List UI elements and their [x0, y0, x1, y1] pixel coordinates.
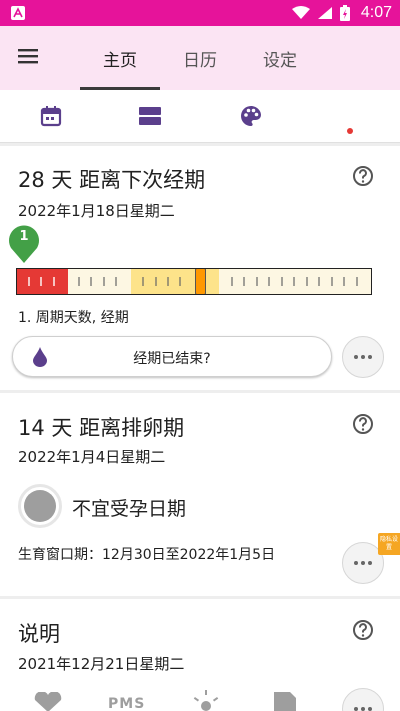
notes-title: 说明 — [18, 622, 60, 646]
battery-charging-icon — [339, 5, 350, 21]
notes-date: 2021年12月21日星期二 — [18, 655, 185, 673]
palette-icon[interactable] — [239, 104, 263, 128]
note-icon[interactable] — [272, 692, 298, 711]
app-badge-icon — [11, 6, 25, 20]
wifi-icon — [291, 6, 310, 19]
pms-icon[interactable]: PMS — [108, 696, 145, 711]
period-date: 2022年1月18日星期二 — [18, 202, 175, 220]
period-more-button[interactable] — [342, 336, 384, 378]
icon-toolbar — [0, 90, 400, 143]
tab-settings[interactable]: 设定 — [240, 26, 320, 90]
cycle-progress-bar — [16, 268, 372, 295]
cycle-day-number: 1 — [19, 229, 29, 244]
ovulation-card: 14 天 距离排卵期 2022年1月4日星期二 — [0, 393, 400, 596]
clock: 4:07 — [360, 4, 392, 21]
tab-calendar[interactable]: 日历 — [160, 26, 240, 90]
sun-icon[interactable] — [192, 690, 220, 711]
fertility-status-text: 不宜受孕日期 — [72, 498, 187, 520]
status-bar: 4:07 — [0, 0, 400, 26]
ovulation-cursor — [195, 269, 206, 294]
privacy-side-badge[interactable]: 隐私设置 — [378, 533, 400, 555]
hamburger-menu-icon[interactable] — [16, 46, 46, 70]
period-countdown-title: 28 天 距离下次经期 — [18, 168, 206, 192]
app-bar: 主页 日历 设定 — [0, 26, 400, 90]
heart-icon[interactable] — [32, 692, 64, 711]
ovulation-countdown-title: 14 天 距离排卵期 — [18, 416, 185, 440]
tab-home[interactable]: 主页 — [80, 26, 160, 90]
period-ended-label: 经期已结束? — [133, 351, 211, 367]
period-ended-button[interactable]: 经期已结束? — [12, 336, 332, 377]
help-icon[interactable] — [352, 413, 374, 435]
bar-caption: 1. 周期天数, 经期 — [18, 310, 129, 326]
view-rows-icon[interactable] — [138, 104, 162, 128]
cycle-day-marker: 1 — [7, 222, 41, 264]
fertile-window-text: 生育窗口期：12月30日至2022年1月5日 — [18, 547, 276, 563]
signal-icon — [317, 7, 332, 19]
ovulation-date: 2022年1月4日星期二 — [18, 448, 166, 466]
help-icon[interactable] — [352, 619, 374, 641]
calendar-icon[interactable] — [39, 104, 63, 128]
notes-category-icons — [0, 688, 400, 711]
help-icon[interactable] — [352, 165, 374, 187]
fertility-status-indicator — [18, 484, 62, 528]
notification-dot — [347, 128, 353, 134]
